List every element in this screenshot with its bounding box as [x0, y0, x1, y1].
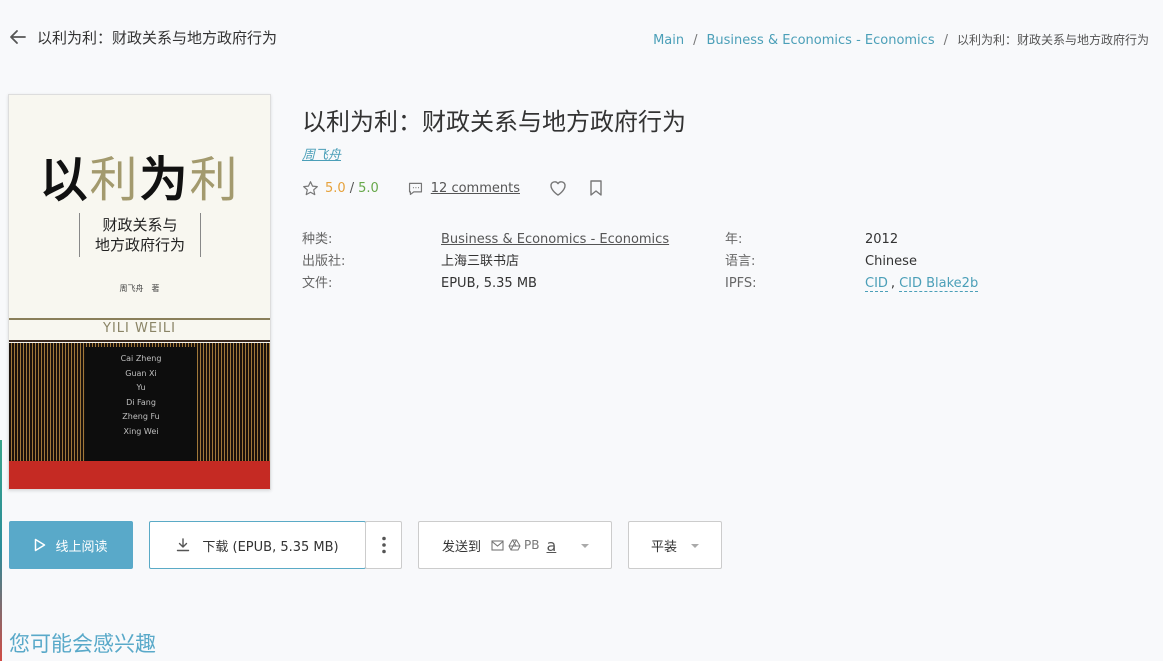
cover-pinyin-block: Cai Zheng Guan Xi Yu Di Fang Zheng Fu Xi… [85, 347, 197, 461]
comment-icon [408, 182, 422, 195]
language-value: Chinese [865, 254, 917, 269]
ipfs-separator: , [890, 276, 896, 291]
cover-red-band [9, 461, 270, 489]
book-cover[interactable]: 以利为利 财政关系与 地方政府行为 周飞舟 著 YILI WEILI Cai Zh… [8, 94, 271, 490]
breadcrumb-category[interactable]: Business & Economics - Economics [707, 33, 935, 48]
ipfs-label: IPFS: [725, 276, 757, 291]
book-author-link[interactable]: 周飞舟 [302, 144, 341, 163]
comments-link[interactable]: 12 comments [431, 181, 520, 196]
format-dropdown[interactable]: 平装 [628, 521, 722, 569]
ipfs-cid-link[interactable]: CID [865, 276, 888, 292]
year-value: 2012 [865, 232, 899, 247]
rating-separator: / [349, 180, 355, 196]
category-label: 种类: [302, 232, 333, 247]
top-bar: 以利为利：财政关系与地方政府行为 Main / Business & Economi… [0, 0, 1163, 78]
ipfs-blake2b-link[interactable]: CID Blake2b [899, 276, 979, 292]
play-icon [35, 538, 46, 552]
read-online-button[interactable]: 线上阅读 [9, 521, 133, 569]
bookmark-icon[interactable] [588, 179, 604, 197]
chevron-down-icon [691, 544, 699, 548]
star-icon [303, 180, 318, 195]
book-title: 以利为利：财政关系与地方政府行为 [302, 108, 686, 136]
download-label: 下载 (EPUB, 5.35 MB) [202, 539, 339, 555]
left-edge-accent [0, 440, 2, 661]
publisher-value: 上海三联书店 [441, 254, 520, 269]
send-to-label: 发送到 [442, 539, 482, 555]
vertical-dots-icon [381, 536, 386, 554]
suggestions-heading: 您可能会感兴趣 [9, 632, 156, 656]
amazon-icon: a [546, 535, 557, 555]
year-label: 年: [725, 232, 743, 247]
language-label: 语言: [725, 254, 756, 269]
google-drive-icon [508, 539, 521, 551]
chevron-down-icon [581, 544, 589, 548]
details-values-right: 2012 Chinese CID, CID Blake2b [865, 229, 979, 295]
cover-title: 以利为利 [39, 152, 240, 208]
send-targets: PB a [491, 536, 556, 555]
read-online-label: 线上阅读 [55, 539, 108, 555]
format-label: 平装 [651, 539, 678, 555]
pocketbook-label: PB [524, 538, 540, 552]
send-to-dropdown[interactable]: 发送到 PB a [418, 521, 612, 569]
breadcrumb: Main / Business & Economics - Economics / 以利… [653, 31, 1149, 48]
more-options-button[interactable] [365, 521, 402, 569]
file-value: EPUB, 5.35 MB [441, 276, 537, 291]
details-labels-right: 年: 语言: IPFS: [725, 229, 757, 295]
cover-pinyin: YILI WEILI [103, 321, 176, 336]
rating-max: 5.0 [358, 180, 379, 196]
book-meta-row: 5.0/5.0 12 comments [302, 177, 604, 199]
breadcrumb-current: 以利为利：财政关系与地方政府行为 [956, 33, 1149, 47]
back-arrow-icon[interactable] [8, 27, 28, 47]
details-values-left: Business & Economics - Economics 上海三联书店 … [441, 229, 669, 295]
heart-icon[interactable] [548, 178, 568, 198]
download-button[interactable]: 下载 (EPUB, 5.35 MB) [149, 521, 366, 569]
details-labels-left: 种类: 出版社: 文件: [302, 229, 345, 295]
cover-author: 周飞舟 著 [119, 284, 160, 293]
page-title: 以利为利：财政关系与地方政府行为 [37, 29, 278, 47]
category-link[interactable]: Business & Economics - Economics [441, 232, 669, 247]
breadcrumb-separator: / [943, 33, 948, 48]
download-icon [177, 538, 190, 552]
email-icon [491, 539, 504, 551]
file-label: 文件: [302, 276, 333, 291]
breadcrumb-separator: / [693, 33, 698, 48]
rating-value: 5.0 [325, 180, 346, 196]
breadcrumb-main[interactable]: Main [653, 33, 684, 48]
publisher-label: 出版社: [302, 254, 346, 269]
cover-subtitle: 财政关系与 地方政府行为 [79, 213, 201, 257]
